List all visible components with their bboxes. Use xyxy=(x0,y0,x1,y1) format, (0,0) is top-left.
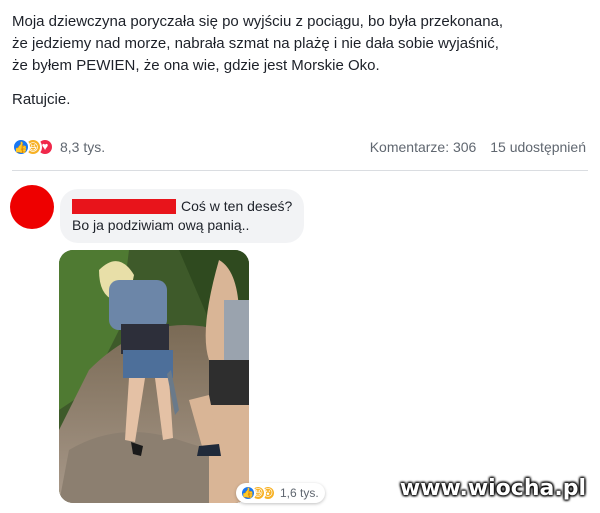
comments-shares: Komentarze: 306 15 udostępnień xyxy=(360,139,586,155)
comments-count[interactable]: Komentarze: 306 xyxy=(370,139,477,155)
hiking-trail-photo xyxy=(59,250,249,503)
comment-photo[interactable] xyxy=(59,250,249,503)
like-icon: 👍 xyxy=(240,485,256,501)
watermark: www.wiocha.pl xyxy=(399,476,586,501)
redacted-commenter-name xyxy=(72,199,176,214)
comment-line-2: Bo ja podziwiam ową panią.. xyxy=(72,217,250,233)
post-line-3: że byłem PEWIEN, że ona wie, gdzie jest … xyxy=(12,57,380,74)
photo-reaction-count: 1,6 tys. xyxy=(280,486,319,500)
divider xyxy=(12,170,588,171)
post-line-1: Moja dziewczyna poryczała się po wyjściu… xyxy=(12,13,504,30)
reactions-summary[interactable]: 👍 😆 ♥ 8,3 tys. xyxy=(12,138,105,156)
post-stats: 👍 😆 ♥ 8,3 tys. Komentarze: 306 15 udostę… xyxy=(12,136,586,158)
comment-line-1: Coś w ten deseś? xyxy=(181,198,293,214)
comment-bubble: Coś w ten deseś? Bo ja podziwiam ową pan… xyxy=(60,189,305,243)
shares-count[interactable]: 15 udostępnień xyxy=(490,139,586,155)
post-closing: Ratujcie. xyxy=(12,91,71,108)
photo-reactions[interactable]: 👍 😆 😮 1,6 tys. xyxy=(236,483,325,503)
post-line-2: że jedziemy nad morze, nabrała szmat na … xyxy=(12,35,499,52)
reaction-count[interactable]: 8,3 tys. xyxy=(60,139,105,155)
avatar[interactable] xyxy=(10,185,54,229)
post-text: Moja dziewczyna poryczała się po wyjściu… xyxy=(12,11,592,111)
like-icon: 👍 xyxy=(12,138,30,156)
